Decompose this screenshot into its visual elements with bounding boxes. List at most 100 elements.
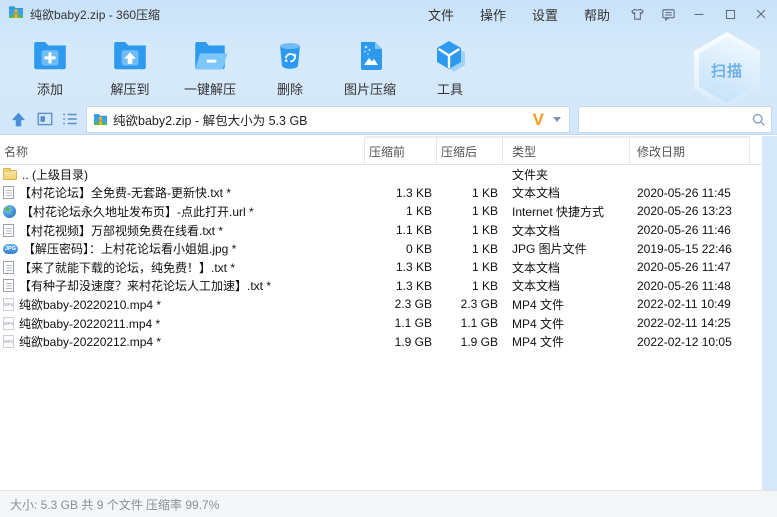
search-box[interactable] bbox=[578, 106, 772, 133]
table-row[interactable]: 【有种子却没速度？来村花论坛人工加速】.txt *1.3 KB1 KB文本文档2… bbox=[0, 277, 762, 296]
file-type: 文本文档 bbox=[503, 277, 630, 294]
size-after: 1 KB bbox=[437, 242, 503, 256]
file-name-cell: MP4纯欲baby-20220211.mp4 * bbox=[0, 315, 365, 332]
search-input[interactable] bbox=[579, 107, 747, 132]
menu-help[interactable]: 帮助 bbox=[584, 5, 610, 24]
size-after: 1 KB bbox=[437, 204, 503, 218]
delete-button[interactable]: 删除 bbox=[250, 30, 330, 98]
file-name-cell: MP4纯欲baby-20220210.mp4 * bbox=[0, 296, 365, 313]
trash-icon bbox=[270, 36, 310, 76]
close-button[interactable] bbox=[753, 6, 769, 22]
size-before: 1.3 KB bbox=[365, 186, 437, 200]
toolbar: 添加 解压到 一键解压 bbox=[10, 30, 490, 98]
column-header-before[interactable]: 压缩前 bbox=[365, 136, 437, 164]
extract-folder-icon bbox=[110, 36, 150, 76]
tools-cube-icon bbox=[430, 36, 470, 76]
minimize-button[interactable] bbox=[691, 6, 707, 22]
size-before: 1.9 GB bbox=[365, 335, 437, 349]
size-after: 1 KB bbox=[437, 223, 503, 237]
scan-hexagon: 扫描 bbox=[699, 37, 755, 103]
file-type: 文本文档 bbox=[503, 184, 630, 201]
modified-date: 2022-02-11 10:49 bbox=[630, 297, 750, 311]
v-logo: V bbox=[533, 111, 544, 128]
image-compress-button[interactable]: 图片压缩 bbox=[330, 30, 410, 98]
search-icon[interactable] bbox=[747, 112, 771, 128]
modified-date: 2020-05-26 11:45 bbox=[630, 186, 750, 200]
column-header-type[interactable]: 类型 bbox=[503, 136, 630, 164]
size-after: 1 KB bbox=[437, 186, 503, 200]
archive-path: 纯欲baby2.zip - 解包大小为 5.3 GB bbox=[113, 110, 308, 129]
modified-date: 2020-05-26 11:48 bbox=[630, 279, 750, 293]
address-bar[interactable]: 纯欲baby2.zip - 解包大小为 5.3 GB V bbox=[86, 106, 570, 133]
table-row[interactable]: .. (上级目录) 文件夹 bbox=[0, 165, 762, 184]
open-folder-icon bbox=[190, 36, 230, 76]
up-directory-icon[interactable] bbox=[8, 109, 28, 129]
column-header-name[interactable]: 名称 bbox=[0, 136, 365, 164]
modified-date: 2020-05-26 11:46 bbox=[630, 223, 750, 237]
feedback-icon[interactable] bbox=[660, 6, 676, 22]
file-list-area: 名称 压缩前 压缩后 类型 修改日期 .. (上级目录)文件夹【村花论坛】全免费… bbox=[0, 136, 762, 490]
scan-badge[interactable]: 扫描 bbox=[694, 32, 760, 108]
app-zip-icon bbox=[8, 4, 24, 25]
size-before: 1.3 KB bbox=[365, 260, 437, 274]
modified-date: 2022-02-11 14:25 bbox=[630, 316, 750, 330]
size-after: 1.9 GB bbox=[437, 335, 503, 349]
size-after: 2.3 GB bbox=[437, 297, 503, 311]
file-name-cell: 【村花论坛】全免费-无套路-更新快.txt * bbox=[0, 184, 365, 201]
table-row[interactable]: MP4纯欲baby-20220212.mp4 *1.9 GB1.9 GBMP4 … bbox=[0, 332, 762, 351]
txt-icon bbox=[3, 279, 14, 292]
file-type: JPG 图片文件 bbox=[503, 240, 630, 257]
file-name-cell: 【来了就能下载的论坛，纯免费！】.txt * bbox=[0, 259, 365, 276]
file-type: 文本文档 bbox=[503, 259, 630, 276]
column-header-after[interactable]: 压缩后 bbox=[437, 136, 503, 164]
status-bar: 大小: 5.3 GB 共 9 个文件 压缩率 99.7% bbox=[0, 490, 777, 517]
view-mode-icon[interactable] bbox=[35, 109, 55, 129]
table-row[interactable]: JPG【解压密码】：上村花论坛看小姐姐.jpg *0 KB1 KBJPG 图片文… bbox=[0, 239, 762, 258]
window-chrome: 纯欲baby2.zip - 360压缩 文件 操作 设置 帮助 bbox=[0, 0, 777, 135]
maximize-button[interactable] bbox=[722, 6, 738, 22]
table-row[interactable]: MP4纯欲baby-20220211.mp4 *1.1 GB1.1 GBMP4 … bbox=[0, 314, 762, 333]
modified-date: 2019-05-15 22:46 bbox=[630, 242, 750, 256]
file-type: MP4 文件 bbox=[503, 296, 630, 313]
file-type: 文件夹 bbox=[503, 166, 630, 183]
table-row[interactable]: MP4纯欲baby-20220210.mp4 *2.3 GB2.3 GBMP4 … bbox=[0, 295, 762, 314]
title-bar: 纯欲baby2.zip - 360压缩 文件 操作 设置 帮助 bbox=[0, 0, 777, 28]
file-name: 【村花论坛永久地址发布页】-点此打开.url * bbox=[21, 203, 254, 220]
column-header-date[interactable]: 修改日期 bbox=[630, 136, 750, 164]
file-name-cell: JPG【解压密码】：上村花论坛看小姐姐.jpg * bbox=[0, 240, 365, 257]
table-row[interactable]: 【村花论坛永久地址发布页】-点此打开.url *1 KB1 KBInternet… bbox=[0, 202, 762, 221]
file-name: 【来了就能下载的论坛，纯免费！】.txt * bbox=[19, 259, 235, 276]
column-header-row: 名称 压缩前 压缩后 类型 修改日期 bbox=[0, 136, 762, 165]
table-row[interactable]: 【来了就能下载的论坛，纯免费！】.txt *1.3 KB1 KB文本文档2020… bbox=[0, 258, 762, 277]
extract-to-button[interactable]: 解压到 bbox=[90, 30, 170, 98]
file-name: 【有种子却没速度？来村花论坛人工加速】.txt * bbox=[19, 277, 271, 294]
tool-label: 删除 bbox=[277, 79, 303, 98]
skin-icon[interactable] bbox=[629, 6, 645, 22]
tool-label: 图片压缩 bbox=[344, 79, 396, 98]
size-before: 0 KB bbox=[365, 242, 437, 256]
menu-action[interactable]: 操作 bbox=[480, 5, 506, 24]
file-name-cell: MP4纯欲baby-20220212.mp4 * bbox=[0, 333, 365, 350]
chevron-down-icon[interactable] bbox=[553, 117, 561, 122]
add-folder-icon bbox=[30, 36, 70, 76]
file-name: 【村花视频】万部视频免费在线看.txt * bbox=[19, 222, 223, 239]
menu-settings[interactable]: 设置 bbox=[532, 5, 558, 24]
scan-label: 扫描 bbox=[711, 60, 743, 81]
list-view-icon[interactable] bbox=[60, 109, 80, 129]
size-before: 1.3 KB bbox=[365, 279, 437, 293]
size-before: 2.3 GB bbox=[365, 297, 437, 311]
file-name: 纯欲baby-20220211.mp4 * bbox=[19, 315, 160, 332]
one-click-extract-button[interactable]: 一键解压 bbox=[170, 30, 250, 98]
menu-file[interactable]: 文件 bbox=[428, 5, 454, 24]
table-row[interactable]: 【村花论坛】全免费-无套路-更新快.txt * 1.3 KB1 KB文本文档202… bbox=[0, 184, 762, 203]
file-name-cell: .. (上级目录) bbox=[0, 166, 365, 183]
tool-label: 解压到 bbox=[110, 79, 149, 98]
tools-button[interactable]: 工具 bbox=[410, 30, 490, 98]
add-button[interactable]: 添加 bbox=[10, 30, 90, 98]
scrollbar-track[interactable] bbox=[762, 136, 777, 490]
table-row[interactable]: 【村花视频】万部视频免费在线看.txt *1.1 KB1 KB文本文档2020-… bbox=[0, 221, 762, 240]
archive-zip-icon bbox=[93, 112, 108, 127]
tool-label: 添加 bbox=[37, 79, 63, 98]
file-name: 【村花论坛】全免费-无套路-更新快.txt * bbox=[19, 184, 231, 201]
txt-icon bbox=[3, 186, 14, 199]
